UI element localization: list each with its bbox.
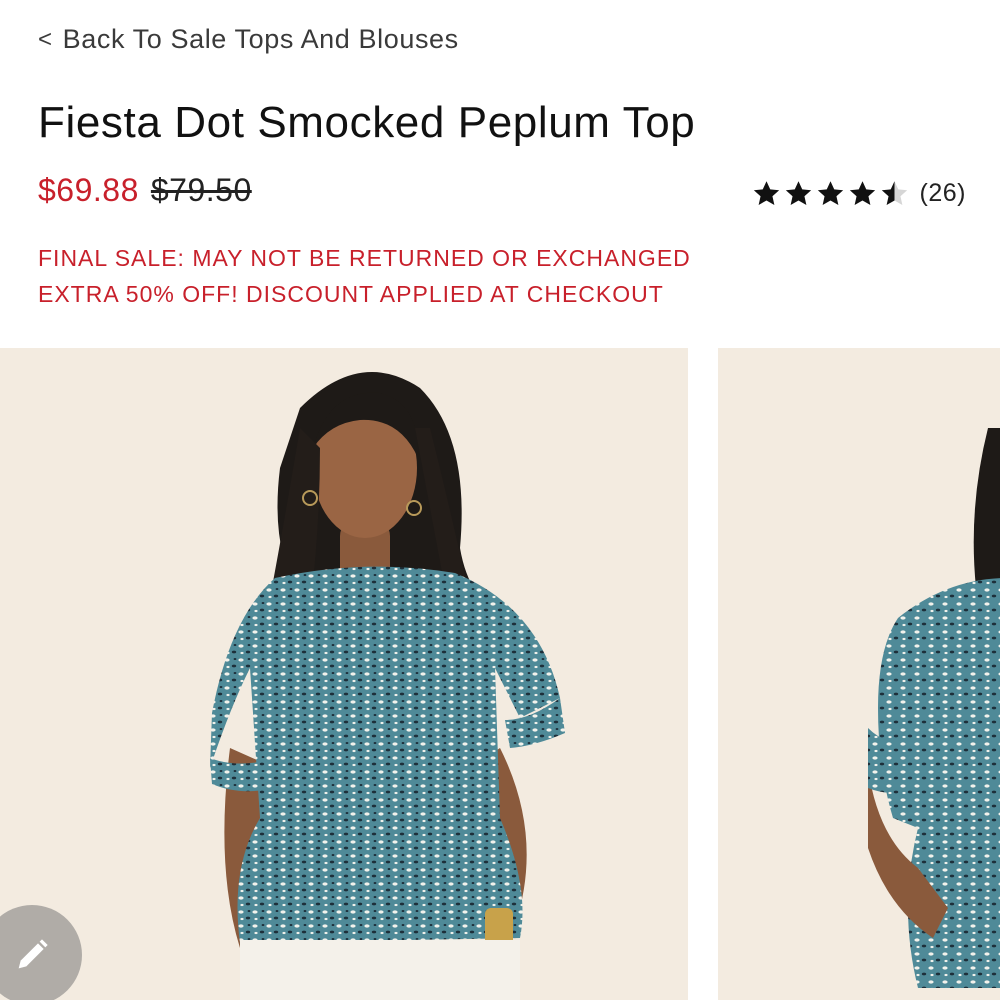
model-side-image	[718, 348, 1000, 1000]
product-image-main[interactable]	[0, 348, 688, 1000]
final-sale-notice: FINAL SALE: MAY NOT BE RETURNED OR EXCHA…	[38, 245, 691, 271]
star-icon	[785, 181, 811, 205]
star-icon	[817, 181, 843, 205]
product-image-secondary[interactable]	[718, 348, 1000, 1000]
back-link-label: Back To Sale Tops And Blouses	[62, 24, 459, 54]
product-image-gallery[interactable]	[0, 348, 1000, 1000]
review-count: (26)	[919, 179, 966, 207]
back-to-category-link[interactable]: < Back To Sale Tops And Blouses	[38, 24, 459, 55]
price-row: $69.88 $79.50	[38, 172, 252, 209]
sale-price: $69.88	[38, 172, 139, 208]
product-title: Fiesta Dot Smocked Peplum Top	[38, 98, 696, 147]
pencil-icon	[18, 939, 48, 969]
half-star-icon	[881, 181, 907, 205]
rating-summary[interactable]: (26)	[751, 178, 966, 209]
chevron-left-icon: <	[38, 25, 53, 53]
model-front-image	[0, 348, 688, 1000]
original-price: $79.50	[150, 172, 252, 208]
star-icon	[849, 181, 875, 205]
star-icon	[753, 181, 779, 205]
star-rating	[751, 178, 910, 209]
discount-notice: EXTRA 50% OFF! DISCOUNT APPLIED AT CHECK…	[38, 281, 664, 307]
